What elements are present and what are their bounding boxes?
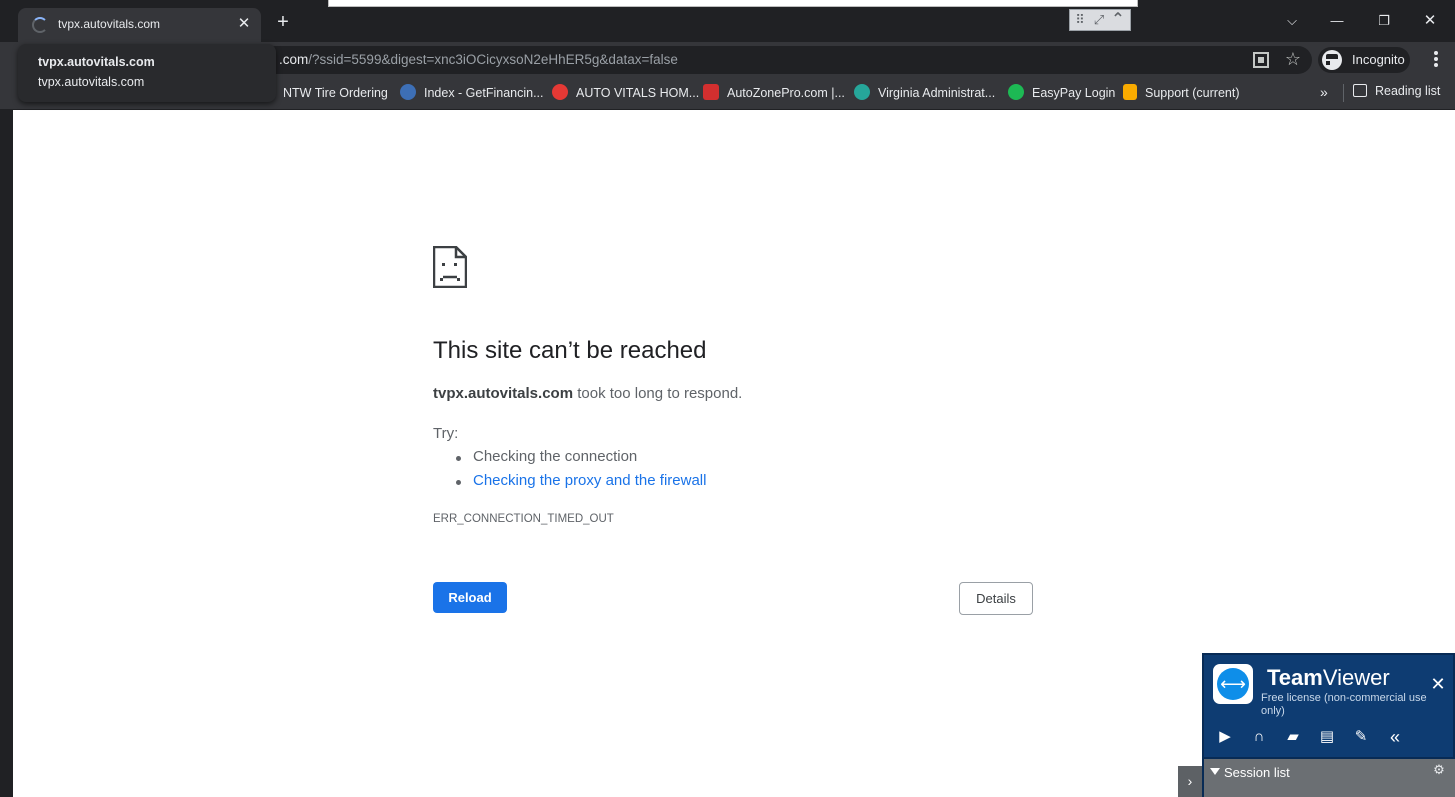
teamviewer-logo-icon	[1213, 664, 1253, 704]
getfinancing-favicon	[400, 84, 416, 100]
incognito-indicator[interactable]: Incognito	[1318, 47, 1410, 73]
teamviewer-close-icon[interactable]: ✕	[1429, 674, 1447, 694]
address-bar-url[interactable]: .com/?ssid=5599&digest=xnc3iOCicyxsoN2eH…	[279, 52, 678, 67]
teamviewer-toolbar: ▶ ∩ ▰ ▤ ✎ «	[1204, 724, 1453, 750]
details-button[interactable]: Details	[959, 582, 1033, 615]
tab-close-icon[interactable]: ✕	[235, 14, 253, 34]
sad-page-icon	[433, 246, 467, 288]
support-favicon	[1123, 84, 1137, 100]
new-tab-button[interactable]: +	[273, 12, 293, 32]
reading-list-button[interactable]: Reading list	[1353, 84, 1440, 98]
suggestion-proxy-firewall-link[interactable]: Checking the proxy and the firewall	[455, 472, 706, 489]
session-list-label: Session list	[1224, 765, 1290, 780]
video-icon[interactable]: ▶	[1214, 726, 1236, 748]
hover-card-title: tvpx.autovitals.com	[38, 55, 155, 69]
virginia-favicon	[854, 84, 870, 100]
window-frame	[0, 110, 13, 797]
teamviewer-brand: TeamViewer	[1267, 665, 1390, 690]
error-message: tvpx.autovitals.com took too long to res…	[433, 385, 743, 402]
try-label: Try:	[433, 425, 459, 442]
error-host: tvpx.autovitals.com	[433, 385, 574, 402]
bookmarks-divider	[1343, 84, 1344, 102]
hover-card-url: tvpx.autovitals.com	[38, 75, 145, 89]
tab-search-icon[interactable]: ⌵	[1281, 10, 1303, 32]
teamviewer-panel: TeamViewer Free license (non-commercial …	[1202, 653, 1455, 759]
error-title: This site can’t be reached	[433, 337, 707, 364]
bookmark-autozonepro[interactable]: AutoZonePro.com |...	[703, 84, 845, 104]
remote-mini-toolbar: ⠿ ⤢ ⌃	[1069, 9, 1131, 31]
tab-title: tvpx.autovitals.com	[58, 17, 161, 31]
bookmark-autovitals[interactable]: AUTO VITALS HOM...	[552, 84, 699, 104]
autovitals-favicon	[552, 84, 568, 100]
autozone-favicon	[703, 84, 719, 100]
chat-icon[interactable]: ▰	[1282, 726, 1304, 748]
browser-menu-icon[interactable]	[1426, 49, 1446, 69]
qr-code-icon[interactable]	[1253, 52, 1269, 68]
loading-spinner-icon	[32, 17, 48, 33]
incognito-label: Incognito	[1352, 52, 1405, 67]
expand-triangle-icon	[1210, 768, 1220, 775]
browser-tab[interactable]: tvpx.autovitals.com ✕	[18, 8, 261, 42]
suggestion-check-connection: Checking the connection	[455, 448, 638, 465]
bookmark-virginia[interactable]: Virginia Administrat...	[854, 84, 995, 104]
close-window-button[interactable]: ✕	[1419, 10, 1441, 32]
bookmarks-overflow-icon[interactable]: »	[1320, 84, 1336, 102]
bookmark-easypay[interactable]: EasyPay Login	[1008, 84, 1115, 104]
tab-hover-card: tvpx.autovitals.com tvpx.autovitals.com	[18, 44, 276, 102]
bookmark-getfinancing[interactable]: Index - GetFinancin...	[400, 84, 544, 104]
minimize-button[interactable]: —	[1326, 10, 1348, 32]
screen: tvpx.autovitals.com ✕ + ⠿ ⤢ ⌃ ⌵ — ❐ ✕ .c…	[0, 0, 1455, 797]
bookmark-ntw-tire-ordering[interactable]: NTW Tire Ordering	[283, 84, 388, 104]
fullscreen-icon[interactable]: ⤢	[1091, 12, 1107, 28]
teamviewer-session-list[interactable]: Session list ⚙	[1202, 759, 1455, 797]
grid-icon[interactable]: ⠿	[1072, 12, 1088, 28]
headset-icon[interactable]: ∩	[1248, 726, 1270, 748]
remote-window-edge	[328, 0, 1138, 7]
files-icon[interactable]: ▤	[1316, 726, 1338, 748]
bookmark-support[interactable]: Support (current)	[1123, 84, 1239, 104]
collapse-icon[interactable]: «	[1384, 726, 1406, 748]
error-code: ERR_CONNECTION_TIMED_OUT	[433, 513, 614, 525]
reload-button[interactable]: Reload	[433, 582, 507, 613]
easypay-favicon	[1008, 84, 1024, 100]
remote-tools-icon[interactable]: ✎	[1350, 726, 1372, 748]
restore-button[interactable]: ❐	[1373, 10, 1395, 32]
reading-list-icon	[1353, 84, 1367, 97]
chevron-up-icon[interactable]: ⌃	[1110, 12, 1126, 28]
teamviewer-expander-icon[interactable]: ›	[1178, 766, 1202, 797]
bookmark-star-icon[interactable]: ☆	[1283, 49, 1303, 69]
teamviewer-license: Free license (non-commercial use only)	[1261, 692, 1427, 717]
incognito-icon	[1322, 50, 1346, 70]
gear-icon[interactable]: ⚙	[1431, 762, 1447, 778]
